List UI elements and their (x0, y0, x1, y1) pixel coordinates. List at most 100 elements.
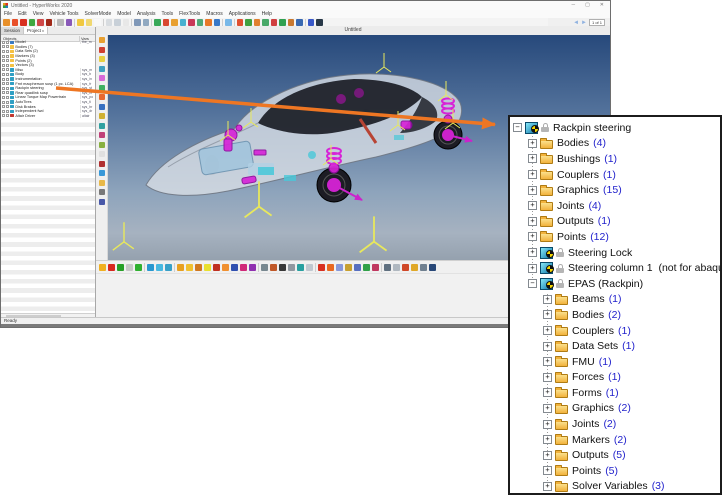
browser-row[interactable]: Misc sys_m (1, 68, 95, 73)
toolbar-icon[interactable] (327, 264, 334, 271)
checkbox[interactable] (6, 87, 9, 90)
tree-row[interactable]: + Couplers (1) (510, 323, 720, 339)
expand-toggle-icon[interactable]: + (543, 373, 552, 382)
menu-item[interactable]: FlexTools (179, 11, 200, 17)
expand-icon[interactable] (2, 41, 5, 44)
toolbar-icon[interactable] (77, 19, 84, 26)
toolbar-icon[interactable] (254, 19, 261, 26)
expand-toggle-icon[interactable]: + (528, 201, 537, 210)
menu-item[interactable]: File (4, 11, 12, 17)
toolbar-icon[interactable] (315, 263, 316, 272)
toolbar-icon[interactable] (99, 123, 105, 129)
menu-item[interactable]: Model (117, 11, 131, 17)
expand-icon[interactable] (2, 78, 5, 81)
toolbar-icon[interactable] (3, 19, 10, 26)
checkbox[interactable] (6, 59, 9, 62)
toolbar-icon[interactable] (154, 19, 161, 26)
expand-toggle-icon[interactable]: + (543, 404, 552, 413)
browser-row[interactable]: Disk Brakes sys_br (1, 104, 95, 109)
expand-toggle-icon[interactable]: + (543, 357, 552, 366)
expand-icon[interactable] (2, 82, 5, 85)
checkbox[interactable] (6, 82, 9, 85)
toolbar-icon[interactable] (271, 19, 278, 26)
toolbar-icon[interactable] (270, 264, 277, 271)
toolbar-icon[interactable] (188, 19, 195, 26)
toolbar-icon[interactable] (205, 19, 212, 26)
tab-project[interactable]: Project x (24, 27, 48, 34)
toolbar-icon[interactable] (186, 264, 193, 271)
toolbar-icon[interactable] (99, 104, 105, 110)
browser-row[interactable]: Rackpin steering sys_st (1, 86, 95, 91)
expand-toggle-icon[interactable]: + (528, 186, 537, 195)
toolbar-icon[interactable] (12, 19, 19, 26)
toolbar-icon[interactable] (134, 19, 141, 26)
expand-toggle-icon[interactable]: + (543, 482, 552, 491)
toolbar-icon[interactable] (195, 264, 202, 271)
toolbar-icon[interactable] (279, 264, 286, 271)
minimize-icon[interactable]: ─ (572, 2, 576, 8)
toolbar-icon[interactable] (297, 264, 304, 271)
expand-toggle-icon[interactable]: + (543, 435, 552, 444)
tree-row[interactable]: + Graphics (15) (510, 182, 720, 198)
toolbar-icon[interactable] (308, 19, 315, 26)
menu-item[interactable]: Edit (18, 11, 27, 17)
checkbox[interactable] (6, 101, 9, 104)
toolbar-icon[interactable] (99, 37, 105, 43)
checkbox[interactable] (6, 55, 9, 58)
toolbar-icon[interactable] (99, 151, 105, 157)
toolbar-icon[interactable] (99, 132, 105, 138)
menu-item[interactable]: Help (262, 11, 272, 17)
toolbar-icon[interactable] (393, 264, 400, 271)
toolbar-icon[interactable] (99, 189, 105, 195)
toolbar-icon[interactable] (99, 85, 105, 91)
toolbar-icon[interactable] (316, 19, 323, 26)
menu-item[interactable]: Vehicle Tools (49, 11, 78, 17)
toolbar-icon[interactable] (363, 264, 370, 271)
tree-row[interactable]: + Points (12) (510, 229, 720, 245)
expand-toggle-icon[interactable]: + (543, 388, 552, 397)
tab-close-icon[interactable]: x (42, 28, 44, 34)
tree-row[interactable]: + Joints (2) (510, 416, 720, 432)
checkbox[interactable] (6, 45, 9, 48)
toolbar-icon[interactable] (249, 264, 256, 271)
toolbar-icon[interactable] (99, 199, 105, 205)
toolbar-icon[interactable] (99, 47, 105, 53)
toolbar-icon[interactable] (57, 19, 64, 26)
toolbar-icon[interactable] (108, 264, 115, 271)
expand-toggle-icon[interactable]: + (528, 139, 537, 148)
toolbar-icon[interactable] (420, 264, 427, 271)
toolbar-icon[interactable] (99, 66, 105, 72)
checkbox[interactable] (6, 105, 9, 108)
toolbar-icon[interactable] (54, 19, 55, 27)
tree-row[interactable]: + Forces (1) (510, 370, 720, 386)
toolbar-icon[interactable] (29, 19, 36, 26)
expand-icon[interactable] (2, 110, 5, 113)
toolbar-icon[interactable] (20, 19, 27, 26)
tree-row[interactable]: + Bushings (1) (510, 151, 720, 167)
toolbar-icon[interactable] (225, 19, 232, 26)
toolbar-icon[interactable] (171, 19, 178, 26)
checkbox[interactable] (6, 41, 9, 44)
expand-icon[interactable] (2, 59, 5, 62)
expand-icon[interactable] (2, 87, 5, 90)
toolbar-icon[interactable] (258, 263, 259, 272)
browser-row[interactable]: Model the_m (1, 40, 95, 45)
expand-toggle-icon[interactable]: + (543, 420, 552, 429)
toolbar-icon[interactable] (99, 180, 105, 186)
toolbar-icon[interactable] (66, 19, 73, 26)
toolbar-icon[interactable] (94, 19, 101, 26)
menu-item[interactable]: Macros (206, 11, 222, 17)
toolbar-icon[interactable] (123, 19, 130, 26)
expand-icon[interactable] (2, 64, 5, 67)
expand-toggle-icon[interactable]: + (528, 248, 537, 257)
toolbar-icon[interactable] (37, 19, 44, 26)
toolbar-icon[interactable] (99, 161, 105, 167)
toolbar-icon[interactable] (143, 19, 150, 26)
browser-row[interactable]: AutoTires sys_ti (1, 100, 95, 105)
toolbar-icon[interactable] (114, 19, 121, 26)
toolbar-icon[interactable] (204, 264, 211, 271)
checkbox[interactable] (6, 64, 9, 67)
tree-row[interactable]: + Markers (2) (510, 432, 720, 448)
toolbar-icon[interactable] (336, 264, 343, 271)
expand-toggle-icon[interactable]: + (528, 217, 537, 226)
